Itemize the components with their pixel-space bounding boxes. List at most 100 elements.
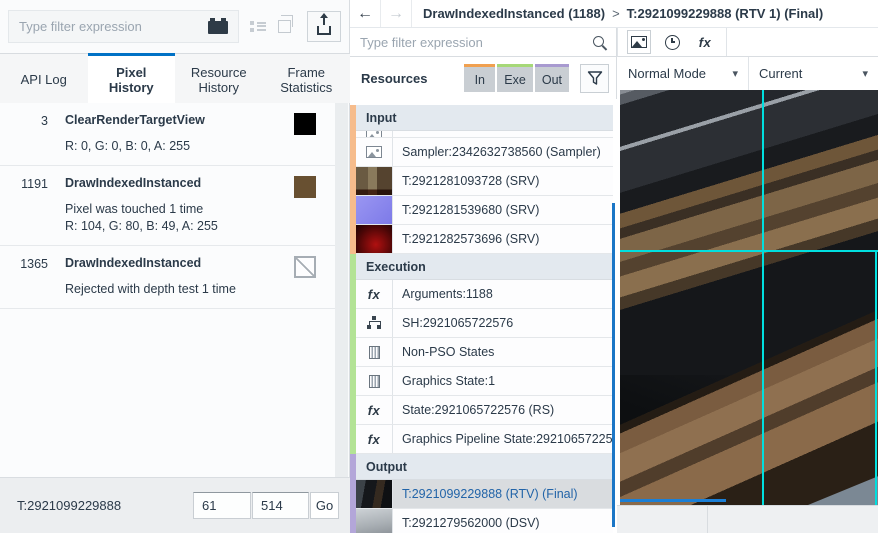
resource-icon [368,432,381,447]
resource-icon [366,131,382,137]
event-details: Rejected with depth test 1 time [65,282,294,296]
arrow-right-icon [388,5,404,23]
resource-media [356,196,393,224]
fx-view-button[interactable] [693,30,717,54]
resource-thumbnail [356,509,392,533]
resource-media [356,480,393,508]
resource-label [393,131,613,137]
forward-button[interactable] [381,0,412,27]
resource-media [356,138,393,166]
pixel-crosshair-horizontal [620,250,878,252]
pixel-history-event[interactable]: 1191 DrawIndexedInstanced Pixel was touc… [0,166,337,246]
target-resource-label: T:2921099229888 [17,498,122,513]
resource-media [356,396,393,424]
copy-icon [278,15,293,33]
filter-funnel-button[interactable] [580,63,609,93]
resource-filter-button[interactable]: In [464,64,496,92]
image-icon [631,36,647,48]
frame-version-dropdown[interactable]: Current [749,57,878,90]
search-icon[interactable] [592,35,607,50]
resource-section: Input Sampler:2342632738560 (Sampler) T:… [350,105,617,254]
viewer-footer [617,505,878,533]
tab-label: Pixel History [108,64,154,95]
section-title: Input [366,110,397,125]
breadcrumb-bar: DrawIndexedInstanced (1188) > T:29210992… [350,0,878,28]
resource-icon [367,316,381,330]
resource-filter-button[interactable]: Exe [497,64,533,92]
event-name: DrawIndexedInstanced [65,256,202,270]
section-title: Execution [366,259,426,274]
resource-media [356,309,393,337]
chevron-down-icon [732,67,738,80]
resource-row[interactable]: T:2921099229888 (RTV) (Final) [356,480,613,509]
resource-filter-input[interactable] [360,34,586,50]
event-text: DrawIndexedInstanced Rejected with depth… [48,256,294,296]
tab[interactable]: Frame Statistics [263,53,351,103]
pixel-x-input[interactable] [193,492,251,519]
history-view-button[interactable] [660,30,684,54]
fx-icon [699,35,712,50]
resource-row[interactable]: Graphics Pipeline State:2921065722576 [356,425,613,454]
event-name: ClearRenderTargetView [65,113,205,127]
event-details: Pixel was touched 1 time R: 104, G: 80, B… [65,202,294,233]
resource-row[interactable]: Non-PSO States [356,338,613,367]
section-header: Input [356,105,613,131]
breadcrumb-separator: > [612,6,620,21]
export-button[interactable] [307,11,341,42]
resource-row[interactable]: T:2921282573696 (SRV) [356,225,613,254]
pixel-y-input[interactable] [252,492,309,519]
resource-label: State:2921065722576 (RS) [402,403,555,417]
pixel-color-swatch [294,113,316,135]
section-header: Execution [356,254,613,280]
resource-row[interactable]: State:2921065722576 (RS) [356,396,613,425]
resource-icon [368,403,381,418]
resource-row[interactable]: Graphics State:1 [356,367,613,396]
breadcrumb-item[interactable]: DrawIndexedInstanced (1188) > [423,6,620,21]
texture-viewer[interactable] [620,90,878,505]
resource-row[interactable]: T:2921281093728 (SRV) [356,167,613,196]
resources-header: Resources In Exe Out [350,57,617,99]
resource-filter-button[interactable]: Out [534,64,569,92]
tab[interactable]: API Log [0,53,88,103]
image-view-button[interactable] [627,30,651,54]
resource-label: SH:2921065722576 [402,316,514,330]
left-filter-input[interactable] [19,19,202,34]
viewer-horizontal-scrollbar[interactable] [620,499,726,502]
go-button[interactable]: Go [310,492,339,519]
resource-row[interactable]: T:2921279562000 (DSV) [356,509,613,533]
resource-row[interactable]: T:2921281539680 (SRV) [356,196,613,225]
section-rows: Sampler:2342632738560 (Sampler) T:292128… [356,131,613,254]
left-scrollbar-track[interactable] [335,103,348,477]
resource-section: Execution Arguments:1188 SH:292106572257… [350,254,617,454]
back-button[interactable] [350,0,381,27]
resource-row[interactable]: Arguments:1188 [356,280,613,309]
left-filter-box[interactable] [8,10,239,43]
middle-scrollbar-thumb[interactable] [612,203,615,527]
resource-label: T:2921099229888 (RTV) (Final) [402,487,578,501]
display-mode-dropdown[interactable]: Normal Mode [618,57,749,90]
resource-media [356,225,393,253]
section-body: Output T:2921099229888 (RTV) (Final) T:2… [356,454,613,533]
resource-list: Input Sampler:2342632738560 (Sampler) T:… [350,99,617,533]
tab[interactable]: Resource History [175,53,263,103]
film-icon[interactable] [208,18,228,34]
resource-media [356,131,393,137]
resource-label: Sampler:2342632738560 (Sampler) [402,145,601,159]
breadcrumb-item[interactable]: T:2921099229888 (RTV 1) (Final) [627,6,831,21]
tab[interactable]: Pixel History [87,53,175,103]
section-rows: T:2921099229888 (RTV) (Final) T:29212795… [356,480,613,533]
chevron-down-icon [862,67,868,80]
section-body: Execution Arguments:1188 SH:292106572257… [356,254,613,454]
resource-row[interactable]: Sampler:2342632738560 (Sampler) [356,138,613,167]
resource-icon [368,345,380,359]
pixel-color-swatch [294,256,316,278]
pixel-history-event[interactable]: 1365 DrawIndexedInstanced Rejected with … [0,246,337,309]
pixel-history-event[interactable]: 3 ClearRenderTargetView R: 0, G: 0, B: 0… [0,103,337,166]
resource-row[interactable]: SH:2921065722576 [356,309,613,338]
pixel-color-swatch [294,176,316,198]
resource-row[interactable] [356,131,613,138]
tab-label: Frame Statistics [280,64,333,95]
view-toolbar-group [618,28,727,56]
event-detail: R: 0, G: 0, B: 0, A: 255 [65,139,191,153]
resource-thumbnail [356,225,392,253]
